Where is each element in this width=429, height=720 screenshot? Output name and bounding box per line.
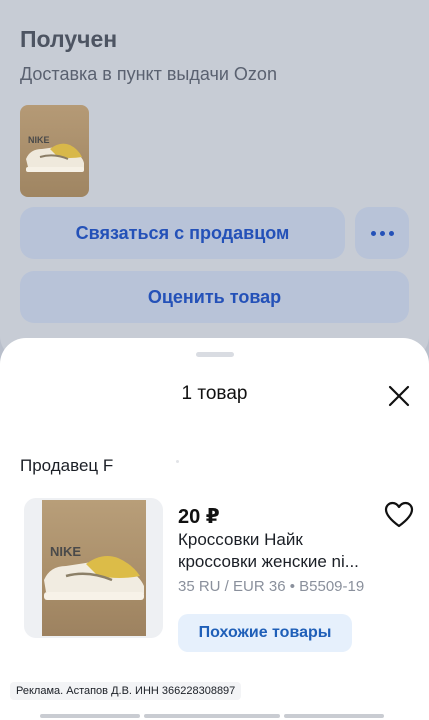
favorite-button[interactable]: [384, 501, 414, 529]
sheet-drag-handle[interactable]: [196, 352, 234, 357]
heart-icon: [384, 501, 414, 528]
nike-logo-text: NIKE: [50, 544, 81, 559]
sheet-title: 1 товар: [181, 383, 248, 404]
product-name-line1[interactable]: Кроссовки Найк: [178, 530, 388, 550]
more-options-button[interactable]: [355, 207, 409, 259]
order-status: Получен: [20, 26, 118, 52]
product-photo: NIKE: [42, 500, 146, 636]
similar-products-button[interactable]: Похожие товары: [178, 614, 352, 652]
svg-text:NIKE: NIKE: [28, 135, 50, 145]
order-delivery: Доставка в пункт выдачи Ozon: [20, 64, 277, 84]
seller-name[interactable]: Продавец F: [20, 456, 113, 476]
close-icon: [388, 385, 410, 407]
rate-product-button[interactable]: Оценить товар: [20, 271, 409, 323]
seller-divider: [176, 460, 179, 463]
order-product-thumbnail[interactable]: NIKE: [20, 105, 89, 197]
ad-disclaimer: Реклама. Астапов Д.В. ИНН 366228308897: [10, 682, 242, 700]
more-dots-icon: [370, 230, 394, 236]
product-image[interactable]: NIKE: [24, 498, 163, 638]
order-card: Получен Доставка в пункт выдачи Ozon NIK…: [0, 0, 429, 360]
product-name-line2[interactable]: кроссовки женские ni...: [178, 552, 378, 572]
product-price: 20 ₽: [178, 506, 220, 528]
contact-seller-button[interactable]: Связаться с продавцом: [20, 207, 345, 259]
page-indicator: [40, 714, 384, 718]
product-meta: 35 RU / EUR 36 • B5509-19: [178, 578, 365, 595]
close-button[interactable]: [385, 382, 413, 410]
bottom-sheet: 1 товар Продавец F NIKE 20 ₽ Кроссовки Н…: [0, 338, 429, 720]
